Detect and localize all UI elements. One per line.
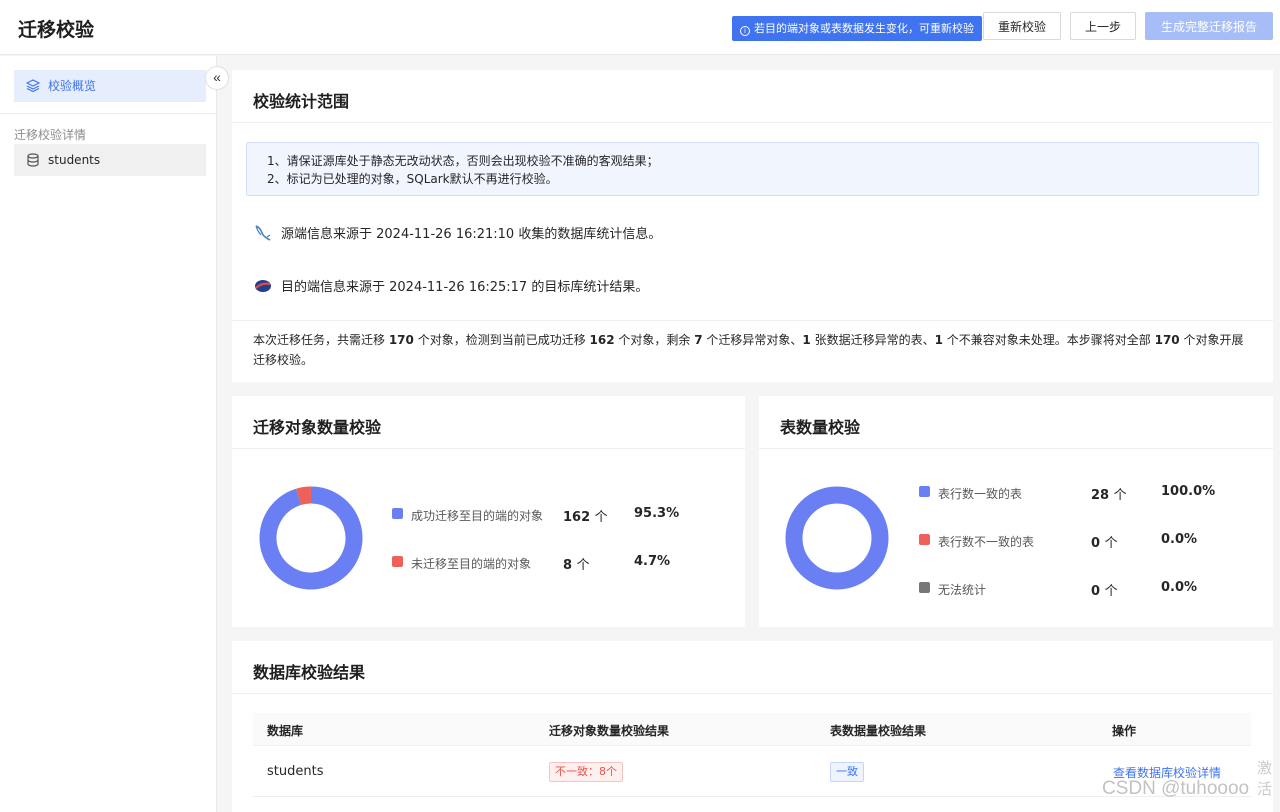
card-divider [232, 320, 1273, 321]
card-divider [232, 122, 1273, 123]
source-info-line: 源端信息来源于 2024-11-26 16:21:10 收集的数据库统计信息。 [253, 223, 661, 242]
card-divider [232, 448, 745, 449]
sidebar: 校验概览 迁移校验详情 students [0, 56, 217, 812]
legend-count: 28 个 [1091, 488, 1127, 503]
legend-label: 表行数一致的表 [938, 487, 1023, 501]
recheck-hint-banner: i 若目的端对象或表数据发生变化，可重新校验 [732, 16, 982, 41]
legend-swatch [392, 508, 403, 519]
object-check-title: 迁移对象数量校验 [253, 418, 382, 437]
sidebar-item-label: students [48, 153, 101, 167]
notice-line-2: 2、标记为已处理的对象，SQLark默认不再进行校验。 [267, 172, 558, 186]
object-check-card: 迁移对象数量校验 成功迁移至目的端的对象 162 个 95.3% 未迁移至目的端… [232, 396, 745, 627]
page-title: 迁移校验 [18, 19, 95, 41]
notice-box: 1、请保证源库处于静态无改动状态，否则会出现校验不准确的客观结果； 2、标记为已… [246, 142, 1259, 196]
table-result-badge: 一致 [830, 762, 864, 782]
legend-count: 0 个 [1091, 584, 1118, 599]
target-db-icon [255, 280, 271, 292]
object-result-badge: 不一致：8个 [549, 762, 623, 782]
legend-count: 162 个 [563, 510, 608, 525]
legend-swatch [919, 582, 930, 593]
donut-slice-1 [259, 486, 363, 590]
sidebar-item-label: 校验概览 [48, 79, 97, 93]
target-info-text: 目的端信息来源于 2024-11-26 16:25:17 的目标库统计结果。 [281, 280, 649, 295]
top-header: 迁移校验 i 若目的端对象或表数据发生变化，可重新校验 重新校验 上一步 生成完整… [0, 0, 1280, 55]
hint-text: 若目的端对象或表数据发生变化，可重新校验 [754, 22, 974, 35]
info-icon: i [740, 26, 750, 36]
mysql-dolphin-icon [255, 225, 271, 241]
previous-step-button[interactable]: 上一步 [1070, 12, 1136, 40]
legend-percent: 4.7% [634, 554, 671, 569]
legend-percent: 95.3% [634, 506, 680, 521]
sidebar-divider [0, 113, 216, 114]
table-check-card: 表数量校验 表行数一致的表 28 个 100.0% 表行数不一致的表 0 个 0… [759, 396, 1273, 627]
db-result-title: 数据库校验结果 [253, 663, 366, 682]
column-header-database: 数据库 [267, 724, 304, 738]
activation-watermark: 激活 [1257, 759, 1273, 798]
legend-percent: 0.0% [1161, 580, 1198, 595]
table-donut-chart [785, 486, 889, 590]
database-icon [27, 153, 39, 167]
migration-summary: 本次迁移任务，共需迁移 170 个对象，检测到当前已成功迁移 162 个对象，剩… [253, 333, 1244, 367]
legend-swatch [919, 486, 930, 497]
card-divider [759, 448, 1273, 449]
legend-swatch [392, 556, 403, 567]
column-header-action: 操作 [1112, 724, 1137, 738]
legend-label: 表行数不一致的表 [938, 535, 1035, 549]
card-divider [232, 693, 1273, 694]
table-check-title: 表数量校验 [780, 418, 861, 437]
cell-database: students [267, 764, 324, 779]
sidebar-item-students[interactable]: students [14, 144, 206, 176]
table-header: 数据库 迁移对象数量校验结果 表数据量校验结果 操作 [253, 713, 1251, 746]
legend-percent: 100.0% [1161, 484, 1216, 499]
target-info-line: 目的端信息来源于 2024-11-26 16:25:17 的目标库统计结果。 [253, 276, 648, 295]
legend-percent: 0.0% [1161, 532, 1198, 547]
scope-card: 校验统计范围 1、请保证源库处于静态无改动状态，否则会出现校验不准确的客观结果；… [232, 70, 1273, 382]
legend-swatch [919, 534, 930, 545]
donut-slice-0 [785, 486, 889, 590]
legend-label: 未迁移至目的端的对象 [411, 557, 532, 571]
scope-title: 校验统计范围 [253, 92, 350, 111]
recheck-button[interactable]: 重新校验 [983, 12, 1061, 40]
legend-label: 成功迁移至目的端的对象 [411, 509, 544, 523]
column-header-table-result: 表数据量校验结果 [830, 724, 927, 738]
object-donut-chart [259, 486, 363, 590]
csdn-watermark: CSDN @tuhoooo [1102, 778, 1250, 799]
legend-label: 无法统计 [938, 583, 987, 597]
layers-icon [26, 79, 40, 93]
notice-line-1: 1、请保证源库处于静态无改动状态，否则会出现校验不准确的客观结果； [267, 154, 659, 168]
legend-count: 8 个 [563, 558, 590, 573]
source-info-text: 源端信息来源于 2024-11-26 16:21:10 收集的数据库统计信息。 [281, 227, 662, 242]
collapse-sidebar-icon[interactable]: « [205, 66, 229, 90]
column-header-object-result: 迁移对象数量校验结果 [549, 724, 670, 738]
sidebar-group-title: 迁移校验详情 [14, 128, 87, 142]
legend-count: 0 个 [1091, 536, 1118, 551]
sidebar-item-overview[interactable]: 校验概览 [14, 70, 206, 102]
generate-report-button[interactable]: 生成完整迁移报告 [1145, 12, 1273, 40]
